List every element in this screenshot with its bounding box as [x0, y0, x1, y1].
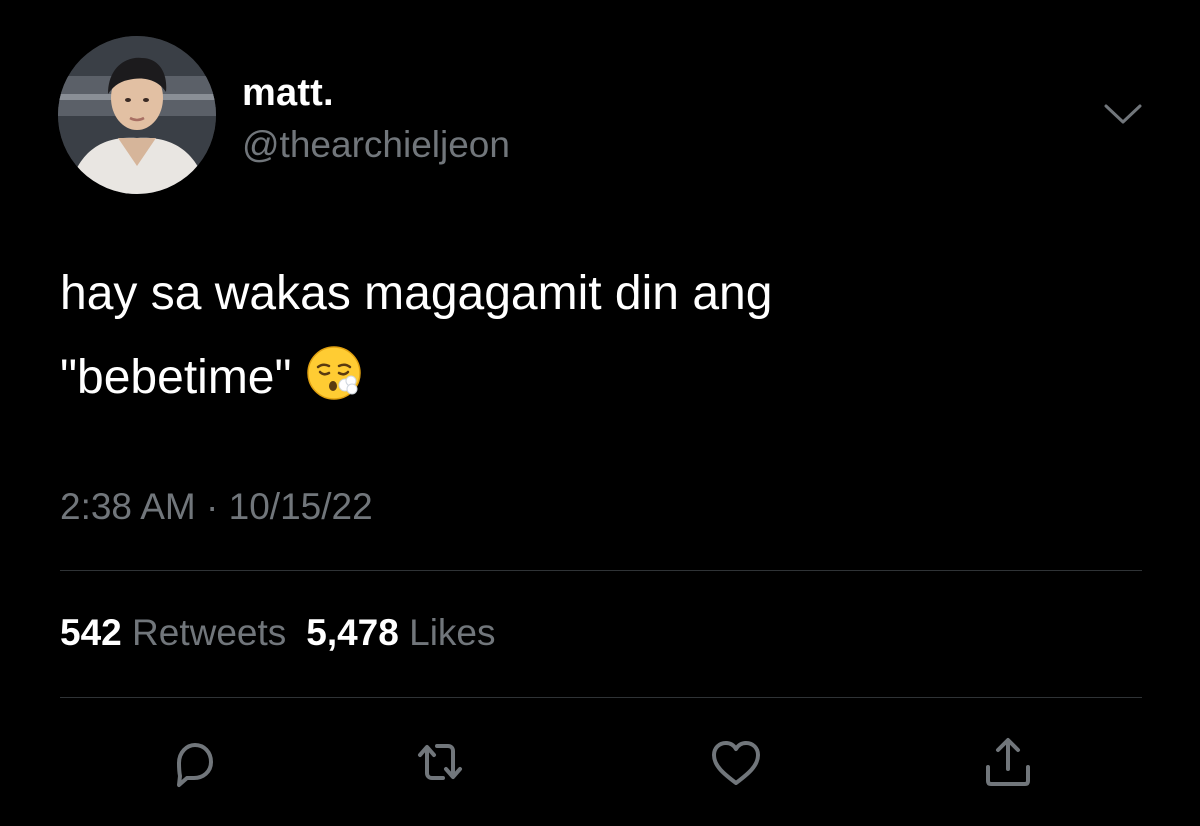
- avatar-photo: [58, 36, 216, 194]
- retweets-stat[interactable]: 542 Retweets: [60, 612, 286, 653]
- likes-label: Likes: [409, 612, 496, 653]
- retweet-icon[interactable]: [410, 735, 470, 791]
- tweet-card: matt. @thearchieljeon hay sa wakas magag…: [0, 0, 1200, 826]
- tweet-text: hay sa wakas magagamit din ang "bebetime…: [60, 252, 1140, 428]
- reply-icon[interactable]: [163, 735, 223, 791]
- divider: [60, 697, 1142, 698]
- tweet-stats: 542 Retweets 5,478 Likes: [60, 612, 496, 654]
- user-handle[interactable]: @thearchieljeon: [242, 124, 510, 166]
- tweet-text-line: "bebetime": [60, 336, 1140, 428]
- retweets-label: Retweets: [132, 612, 287, 653]
- likes-stat[interactable]: 5,478 Likes: [306, 612, 495, 653]
- share-icon[interactable]: [978, 735, 1038, 791]
- divider: [60, 570, 1142, 571]
- heart-icon[interactable]: [706, 735, 766, 791]
- tweet-timestamp[interactable]: 2:38 AM · 10/15/22: [60, 486, 373, 528]
- retweets-count: 542: [60, 612, 122, 653]
- face-exhaling-emoji: [306, 344, 362, 428]
- likes-count: 5,478: [306, 612, 399, 653]
- tweet-text-line: hay sa wakas magagamit din ang: [60, 267, 773, 320]
- avatar[interactable]: [58, 36, 216, 194]
- tweet-text-quote: "bebetime": [60, 351, 292, 404]
- chevron-down-icon[interactable]: [1102, 100, 1144, 130]
- display-name[interactable]: matt.: [242, 72, 334, 115]
